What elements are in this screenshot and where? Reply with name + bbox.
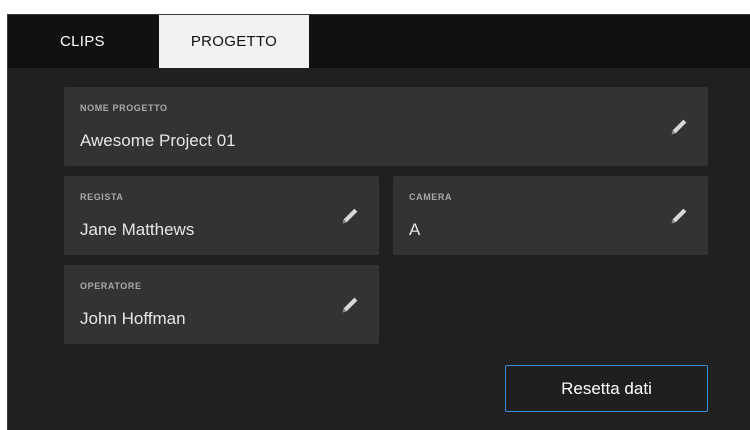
project-name-field[interactable]: NOME PROGETTO Awesome Project 01 [64, 87, 708, 166]
director-value: Jane Matthews [80, 220, 195, 239]
pencil-icon[interactable] [339, 294, 361, 316]
tab-progetto[interactable]: PROGETTO [159, 15, 309, 68]
tab-bar: CLIPS PROGETTO [8, 15, 750, 68]
project-name-label: NOME PROGETTO [80, 103, 168, 113]
camera-label: CAMERA [409, 192, 453, 202]
director-label: REGISTA [80, 192, 124, 202]
pencil-icon[interactable] [668, 205, 690, 227]
director-field[interactable]: REGISTA Jane Matthews [64, 176, 379, 255]
project-screen: CLIPS PROGETTO NOME PROGETTO Awesome Pro… [7, 14, 750, 430]
project-name-value: Awesome Project 01 [80, 131, 236, 150]
pencil-icon[interactable] [668, 116, 690, 138]
camera-value: A [409, 220, 421, 239]
operator-label: OPERATORE [80, 281, 142, 291]
operator-field[interactable]: OPERATORE John Hoffman [64, 265, 379, 344]
operator-value: John Hoffman [80, 309, 186, 328]
reset-data-button[interactable]: Resetta dati [505, 365, 708, 412]
tab-clips[interactable]: CLIPS [8, 15, 158, 68]
camera-field[interactable]: CAMERA A [393, 176, 708, 255]
pencil-icon[interactable] [339, 205, 361, 227]
